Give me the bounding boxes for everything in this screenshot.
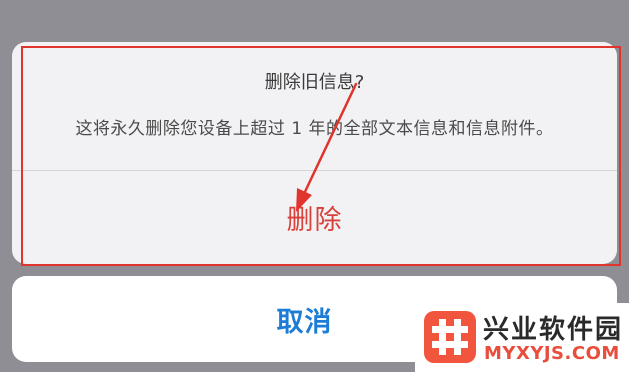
hash-icon bbox=[424, 311, 476, 363]
delete-button[interactable]: 删除 bbox=[12, 171, 617, 264]
watermark-brand-name: 兴业软件园 bbox=[483, 315, 624, 345]
delete-confirmation-dialog: 删除旧信息? 这将永久删除您设备上超过 1 年的全部文本信息和信息附件。 删除 bbox=[12, 42, 617, 264]
dialog-message: 这将永久删除您设备上超过 1 年的全部文本信息和信息附件。 bbox=[75, 119, 554, 139]
watermark: 兴业软件园 MYXYJS.COM bbox=[415, 303, 629, 372]
watermark-domain: MYXYJS.COM bbox=[484, 343, 620, 364]
dialog-title: 删除旧信息? bbox=[264, 72, 365, 93]
